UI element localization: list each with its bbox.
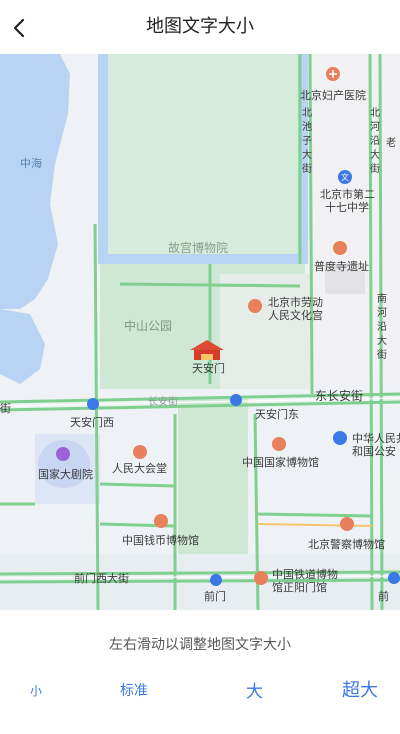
school-icon: 文: [338, 170, 352, 184]
label-grand-theatre: 国家大剧院: [38, 467, 93, 481]
label-nanhe-2: 河: [377, 307, 387, 319]
page-title: 地图文字大小: [146, 16, 254, 37]
label-qianmen: 前门: [204, 589, 226, 603]
top-bar: 地图文字大小: [0, 0, 400, 54]
size-option-extra-large[interactable]: 超大: [342, 676, 378, 702]
label-pudu: 普度寺遗址: [314, 259, 369, 273]
label-national-museum: 中国国家博物馆: [242, 455, 319, 469]
label-changan-left: 街: [0, 401, 11, 415]
label-money-museum: 中国钱币博物馆: [122, 533, 199, 547]
ministry-icon: [333, 431, 347, 445]
label-zhonghai: 中海: [20, 156, 42, 170]
temple-icon: [333, 241, 347, 255]
text-size-panel: 左右滑动以调整地图文字大小 小 标准 大 超大: [0, 610, 400, 734]
label-police-museum: 北京警察博物馆: [308, 537, 385, 551]
label-great-hall: 人民大会堂: [112, 461, 167, 475]
label-nanheyan-2: 河: [370, 121, 380, 133]
police-museum-icon: [340, 517, 354, 531]
label-changan-mid: 长安街: [148, 395, 178, 408]
theatre-icon: [56, 447, 70, 461]
label-nanheyan-5: 街: [370, 162, 380, 175]
metro-qianmen-icon: [210, 574, 222, 586]
label-nanhe-3: 沿: [377, 321, 387, 333]
label-prc-1: 中华人民共: [352, 431, 400, 445]
label-qian-right: 前: [378, 589, 389, 603]
label-zhongshan: 中山公园: [124, 318, 172, 333]
label-lao: 老: [386, 136, 396, 149]
rail-museum-icon: [254, 571, 268, 585]
label-beichizi-4: 大: [302, 148, 312, 161]
svg-text:文: 文: [341, 172, 349, 182]
culture-palace-icon: [248, 299, 262, 313]
hospital-icon: [326, 67, 340, 81]
great-hall-icon: [133, 445, 147, 459]
label-maternity: 北京妇产医院: [300, 88, 366, 102]
label-school-1: 北京市第二: [320, 187, 375, 201]
label-nanhe-1: 南: [377, 292, 387, 305]
label-gugong: 故宫博物院: [168, 240, 228, 255]
size-hint: 左右滑动以调整地图文字大小: [109, 637, 291, 653]
label-rail-museum-2: 馆正阳门馆: [272, 580, 327, 594]
label-prc-2: 和国公安: [352, 444, 396, 458]
label-beichizi-1: 北: [302, 107, 312, 119]
metro-right-icon: [388, 572, 400, 584]
label-nanheyan-3: 沿: [370, 135, 380, 147]
money-museum-icon: [154, 514, 168, 528]
label-beichizi-2: 池: [302, 120, 312, 133]
label-qianmen-west: 前门西大街: [74, 571, 129, 585]
forbidden-city-area: [108, 54, 298, 254]
size-option-standard[interactable]: 标准: [120, 680, 148, 700]
label-beichizi-3: 子: [302, 135, 312, 147]
metro-tam-west-icon: [87, 398, 99, 410]
size-option-small[interactable]: 小: [30, 682, 42, 699]
label-beichizi-5: 街: [302, 162, 312, 175]
map-preview: 文 中海 故宫博物院 中山公园 天安门 长安街 街 东长安街 天安门西 天安门东…: [0, 54, 400, 610]
label-nanheyan-4: 大: [370, 148, 380, 161]
label-tam-west: 天安门西: [70, 415, 114, 429]
label-culture-1: 北京市劳动: [268, 295, 323, 309]
label-rail-museum-1: 中国铁道博物: [272, 567, 338, 581]
label-culture-2: 人民文化宫: [268, 308, 323, 322]
metro-tam-east-icon: [230, 394, 242, 406]
size-option-large[interactable]: 大: [246, 677, 263, 702]
label-tam-east: 天安门东: [255, 407, 299, 421]
label-nanhe-4: 大: [377, 334, 387, 347]
label-nanhe-5: 街: [377, 348, 387, 361]
label-nanheyan-1: 北: [370, 107, 380, 119]
label-dong-changan: 东长安街: [315, 388, 363, 403]
label-school-2: 十七中学: [325, 200, 369, 214]
national-museum-icon: [272, 437, 286, 451]
label-tiananmen: 天安门: [192, 361, 225, 375]
